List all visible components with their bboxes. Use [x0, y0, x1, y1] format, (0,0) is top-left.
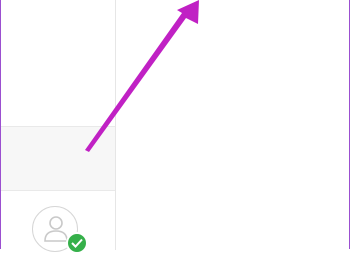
main-content-area: [116, 0, 349, 250]
sidebar: [1, 0, 116, 254]
sidebar-selected-row[interactable]: [1, 126, 115, 191]
check-badge-icon: [66, 232, 88, 254]
account-tile[interactable]: [1, 190, 115, 254]
user-avatar-icon: [44, 216, 68, 242]
